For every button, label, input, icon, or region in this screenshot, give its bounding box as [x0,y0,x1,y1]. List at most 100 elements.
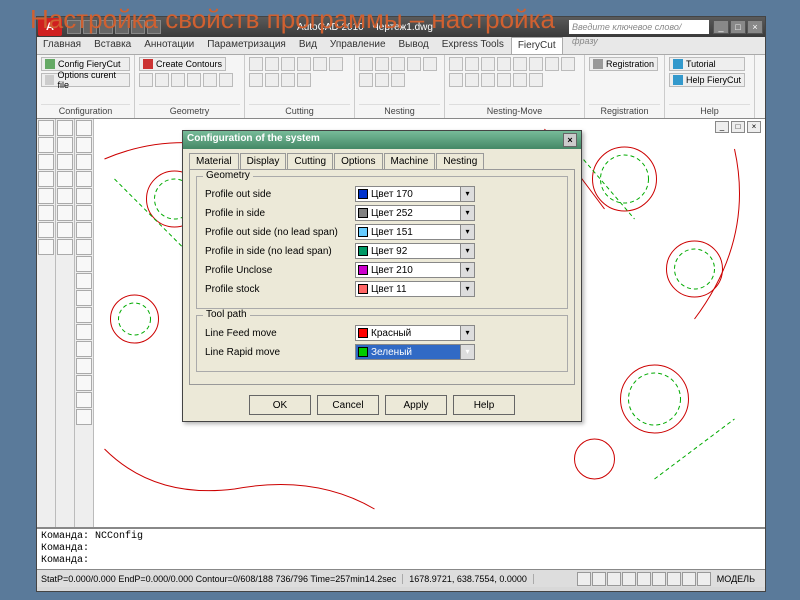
tool-btn[interactable] [76,375,92,391]
tool-btn[interactable] [76,290,92,306]
tool-btn[interactable] [57,120,73,136]
color-combo[interactable]: Цвет 170▾ [355,186,475,202]
nest-btn[interactable] [391,73,405,87]
ribbon-tab[interactable]: Аннотации [138,37,201,54]
tool-btn[interactable] [57,188,73,204]
ribbon-tab[interactable]: Параметризация [201,37,293,54]
cut-btn[interactable] [249,57,263,71]
snap-toggle[interactable] [577,572,591,586]
tool-btn[interactable] [38,120,54,136]
tool-btn[interactable] [76,409,92,425]
color-combo[interactable]: Зеленый▾ [355,344,475,360]
create-contours-button[interactable]: Create Contours [139,57,226,71]
nest-btn[interactable] [359,57,373,71]
move-btn[interactable] [545,57,559,71]
geom-btn-6[interactable] [219,73,233,87]
move-btn[interactable] [561,57,575,71]
move-btn[interactable] [465,57,479,71]
cut-btn[interactable] [265,57,279,71]
dialog-tab[interactable]: Machine [384,153,436,169]
options-current-file-button[interactable]: Options curent file [41,73,130,87]
maximize-button[interactable]: □ [730,20,746,34]
color-combo[interactable]: Цвет 151▾ [355,224,475,240]
move-btn[interactable] [481,57,495,71]
qp-toggle[interactable] [697,572,711,586]
dialog-tab[interactable]: Options [334,153,382,169]
tool-btn[interactable] [76,341,92,357]
color-combo[interactable]: Цвет 252▾ [355,205,475,221]
move-btn[interactable] [497,73,511,87]
move-btn[interactable] [497,57,511,71]
color-combo[interactable]: Красный▾ [355,325,475,341]
ribbon-tab[interactable]: FieryCut [511,37,563,54]
tool-btn[interactable] [76,188,92,204]
move-btn[interactable] [449,73,463,87]
otrack-toggle[interactable] [652,572,666,586]
geom-btn-5[interactable] [203,73,217,87]
cut-btn[interactable] [281,57,295,71]
ribbon-tab[interactable]: Вставка [88,37,138,54]
color-combo[interactable]: Цвет 210▾ [355,262,475,278]
cut-btn[interactable] [329,57,343,71]
tool-btn[interactable] [57,171,73,187]
doc-minimize-button[interactable]: _ [715,121,729,133]
color-combo[interactable]: Цвет 92▾ [355,243,475,259]
tool-btn[interactable] [76,256,92,272]
chevron-down-icon[interactable]: ▾ [460,326,474,340]
polar-toggle[interactable] [622,572,636,586]
tool-btn[interactable] [76,154,92,170]
tool-btn[interactable] [76,222,92,238]
tool-btn[interactable] [76,239,92,255]
search-input[interactable]: Введите ключевое слово/фразу [569,20,709,34]
cut-btn[interactable] [297,73,311,87]
dyn-toggle[interactable] [667,572,681,586]
cut-btn[interactable] [297,57,311,71]
chevron-down-icon[interactable]: ▾ [460,282,474,296]
tool-btn[interactable] [76,392,92,408]
tool-btn[interactable] [38,171,54,187]
command-line[interactable]: Команда: NCConfig Команда: Команда: [37,527,765,569]
osnap-toggle[interactable] [637,572,651,586]
minimize-button[interactable]: _ [713,20,729,34]
tool-btn[interactable] [38,205,54,221]
move-btn[interactable] [513,57,527,71]
geom-btn-4[interactable] [187,73,201,87]
help-fierycut-button[interactable]: Help FieryCut [669,73,745,87]
config-fierycut-button[interactable]: Config FieryCut [41,57,130,71]
chevron-down-icon[interactable]: ▾ [460,345,474,359]
tool-btn[interactable] [76,137,92,153]
dialog-tab[interactable]: Cutting [287,153,333,169]
move-btn[interactable] [449,57,463,71]
ribbon-tab[interactable]: Главная [37,37,88,54]
geom-btn-1[interactable] [139,73,153,87]
cancel-button[interactable]: Cancel [317,395,379,415]
lwt-toggle[interactable] [682,572,696,586]
tool-btn[interactable] [38,154,54,170]
tool-btn[interactable] [57,222,73,238]
apply-button[interactable]: Apply [385,395,447,415]
dialog-tab[interactable]: Nesting [436,153,484,169]
help-button[interactable]: Help [453,395,515,415]
tool-btn[interactable] [76,273,92,289]
tool-btn[interactable] [57,205,73,221]
tool-btn[interactable] [76,120,92,136]
tool-btn[interactable] [57,137,73,153]
doc-close-button[interactable]: × [747,121,761,133]
cut-btn[interactable] [313,57,327,71]
model-space-button[interactable]: МОДЕЛЬ [717,574,761,584]
ribbon-tab[interactable]: Вывод [393,37,436,54]
close-button[interactable]: × [747,20,763,34]
cut-btn[interactable] [281,73,295,87]
geom-btn-2[interactable] [155,73,169,87]
move-btn[interactable] [481,73,495,87]
tool-btn[interactable] [38,137,54,153]
move-btn[interactable] [465,73,479,87]
chevron-down-icon[interactable]: ▾ [460,244,474,258]
cut-btn[interactable] [249,73,263,87]
chevron-down-icon[interactable]: ▾ [460,263,474,277]
doc-restore-button[interactable]: □ [731,121,745,133]
tool-btn[interactable] [38,239,54,255]
dialog-tab[interactable]: Material [189,153,239,169]
nest-btn[interactable] [375,73,389,87]
nest-btn[interactable] [391,57,405,71]
